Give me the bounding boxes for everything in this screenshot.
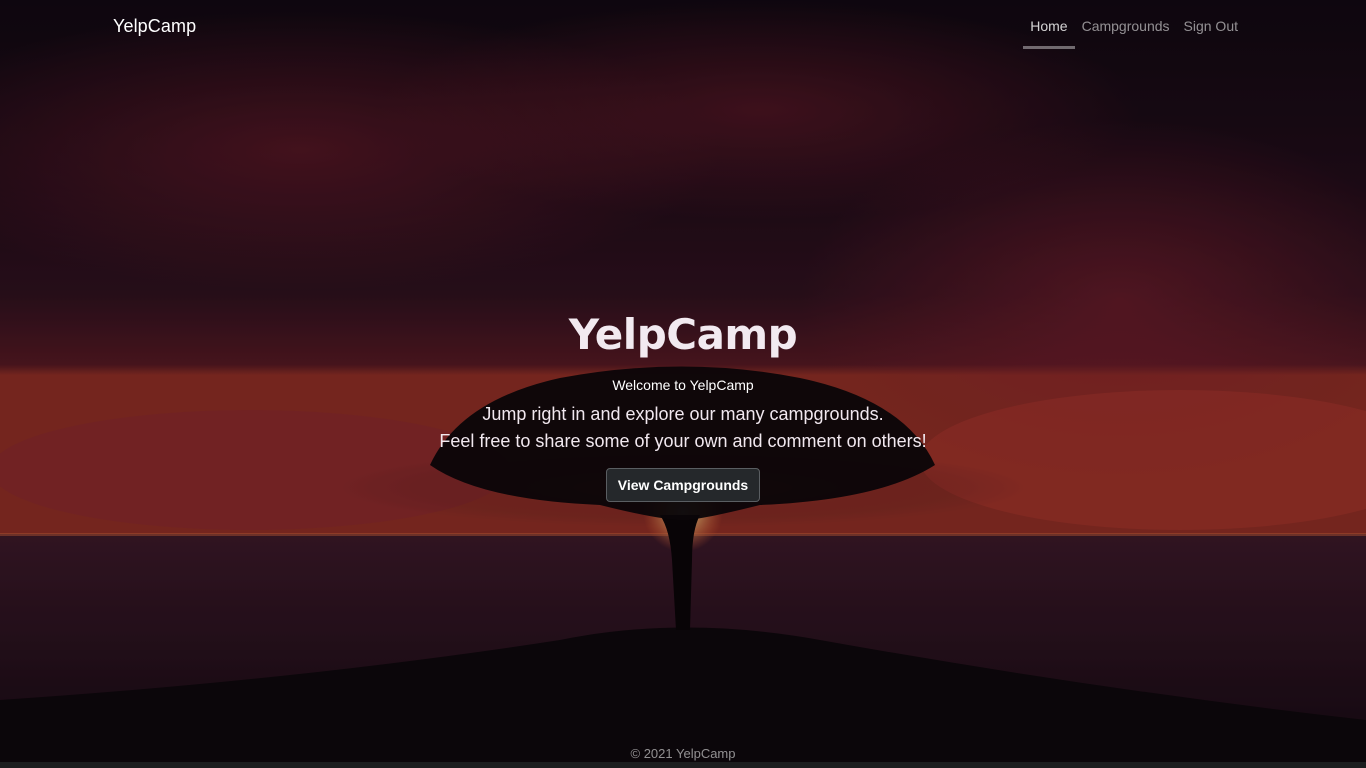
view-campgrounds-button[interactable]: View Campgrounds bbox=[605, 468, 761, 502]
top-navbar: YelpCamp Home Campgrounds Sign Out bbox=[0, 0, 1366, 52]
nav-campgrounds-link[interactable]: Campgrounds bbox=[1075, 0, 1177, 46]
copyright-text: © 2021 YelpCamp bbox=[630, 746, 736, 761]
brand-link[interactable]: YelpCamp bbox=[113, 16, 196, 37]
nav-sign-out-link[interactable]: Sign Out bbox=[1177, 0, 1245, 46]
hero-lead-line-2: Feel free to share some of your own and … bbox=[439, 431, 927, 451]
page-footer: © 2021 YelpCamp bbox=[0, 746, 1366, 761]
bottom-bar bbox=[0, 762, 1366, 768]
hero-lead-line-1: Jump right in and explore our many campg… bbox=[482, 404, 884, 424]
hero-content: YelpCamp Welcome to YelpCamp Jump right … bbox=[0, 305, 1366, 502]
main-nav: Home Campgrounds Sign Out bbox=[1023, 0, 1245, 49]
hero-title: YelpCamp bbox=[568, 310, 798, 359]
nav-home-link[interactable]: Home bbox=[1023, 0, 1075, 49]
hero-lead-text: Jump right in and explore our many campg… bbox=[0, 401, 1366, 455]
hero-welcome-text: Welcome to YelpCamp bbox=[612, 377, 754, 393]
